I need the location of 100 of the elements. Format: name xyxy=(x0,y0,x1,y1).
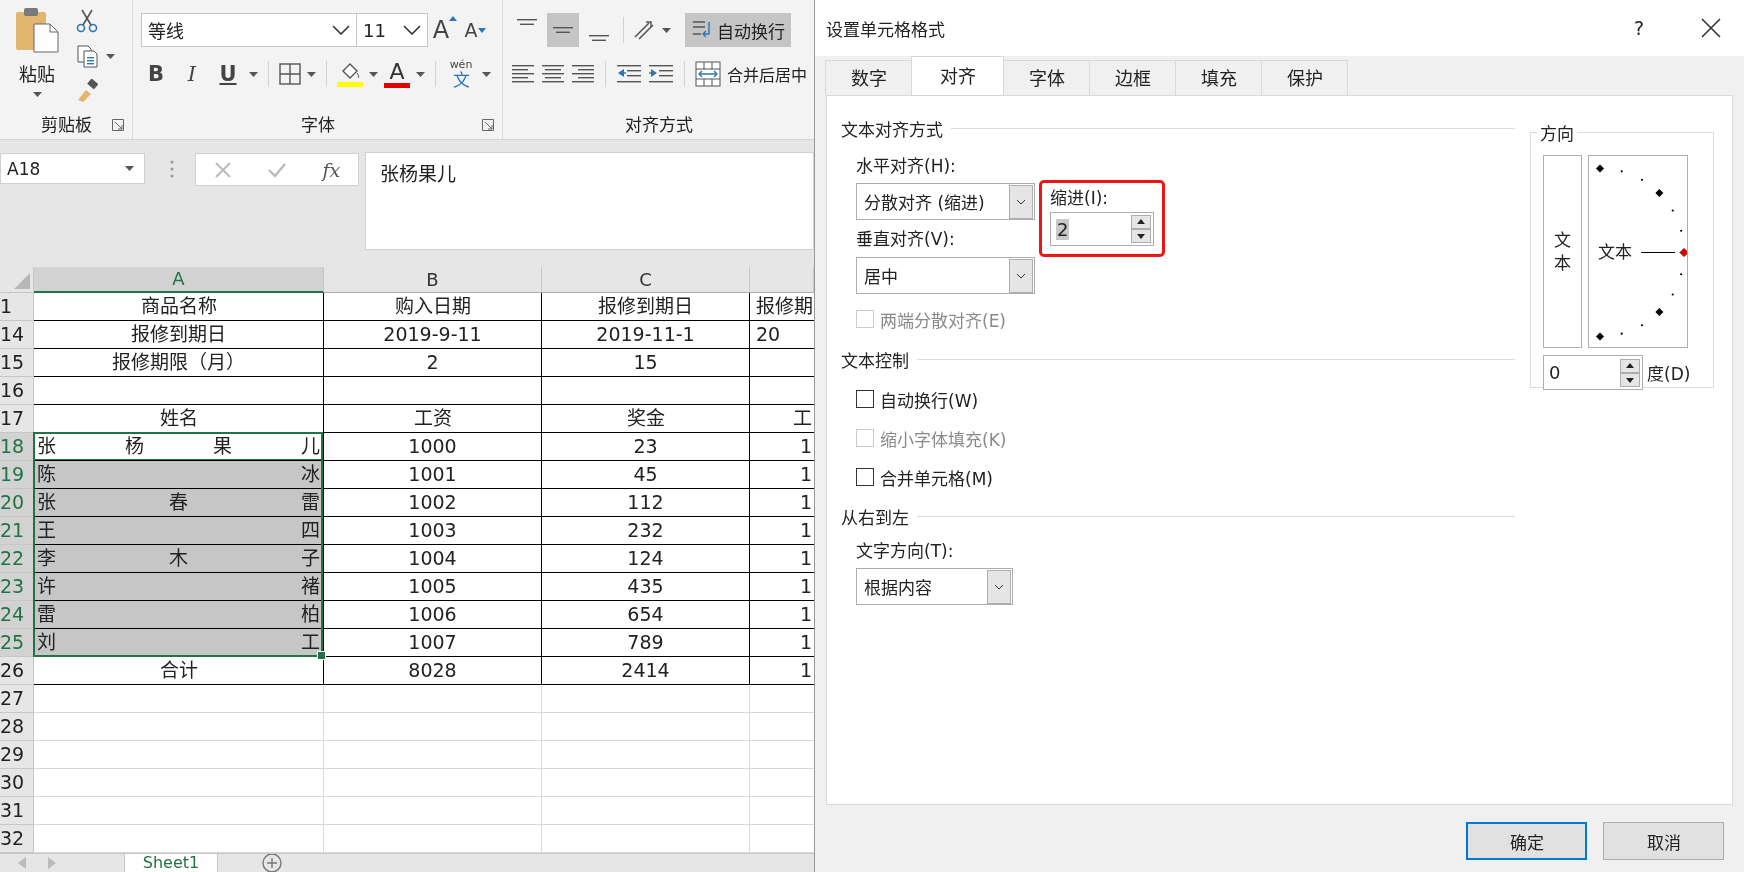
row-header[interactable]: 32 xyxy=(0,825,34,853)
dialog-button[interactable]: 取消 xyxy=(1603,822,1724,860)
row-header[interactable]: 20 xyxy=(0,489,34,517)
column-header[interactable]: C xyxy=(542,267,750,293)
row-header[interactable]: 16 xyxy=(0,377,34,405)
merge-center-button[interactable]: 合并后居中 xyxy=(695,61,807,87)
down-triangle-icon xyxy=(477,27,486,33)
table-cell: 789 xyxy=(542,629,750,657)
row-header[interactable]: 27 xyxy=(0,685,34,713)
wrap-text-button[interactable]: 自动换行 xyxy=(685,13,791,47)
row-header[interactable]: 17 xyxy=(0,405,34,433)
section-title: 文本控制 xyxy=(841,349,909,372)
caret-icon[interactable] xyxy=(249,71,258,77)
row-header[interactable]: 23 xyxy=(0,573,34,601)
dialog-button[interactable]: 确定 xyxy=(1466,822,1587,860)
dialog-launcher-icon[interactable] xyxy=(112,119,124,131)
row-header[interactable]: 21 xyxy=(0,517,34,545)
grow-font-button[interactable]: A xyxy=(432,16,458,44)
shrink-font-button[interactable]: A xyxy=(462,19,488,41)
checkbox[interactable] xyxy=(856,390,874,408)
row-header[interactable]: 14 xyxy=(0,321,34,349)
checkbox[interactable] xyxy=(856,468,874,486)
paste-button[interactable]: 粘贴 xyxy=(12,6,62,107)
row-header[interactable]: 18 xyxy=(0,433,34,461)
increase-indent-icon[interactable] xyxy=(648,63,674,85)
dropdown[interactable]: 根据内容 xyxy=(856,568,1013,605)
caret-icon[interactable] xyxy=(125,166,134,171)
dropdown[interactable]: 居中 xyxy=(856,257,1035,294)
caret-icon[interactable] xyxy=(482,71,491,77)
bold-button[interactable]: B xyxy=(141,62,171,86)
table-cell: 2019-11-1 xyxy=(542,321,750,349)
number-field[interactable]: 0 xyxy=(1543,355,1643,390)
font-size-combo[interactable]: 11 xyxy=(356,13,428,47)
add-sheet-icon[interactable] xyxy=(262,854,282,872)
spin-down-icon[interactable] xyxy=(1620,372,1640,387)
align-left-icon[interactable] xyxy=(511,63,535,85)
paint-bucket-icon[interactable] xyxy=(337,61,363,87)
vertical-text-option[interactable]: 文本 xyxy=(1543,155,1582,348)
caret-icon[interactable] xyxy=(416,71,425,77)
column-header[interactable]: B xyxy=(324,267,542,293)
section-title: 文本对齐方式 xyxy=(841,118,943,141)
chevron-icon[interactable] xyxy=(403,25,421,35)
help-button[interactable]: ? xyxy=(1633,17,1644,39)
row-header[interactable]: 28 xyxy=(0,713,34,741)
borders-icon[interactable] xyxy=(279,63,301,85)
row-header[interactable]: 1 xyxy=(0,293,34,321)
align-right-icon[interactable] xyxy=(571,63,595,85)
row-header[interactable]: 24 xyxy=(0,601,34,629)
dropdown[interactable]: 分散对齐 (缩进) xyxy=(856,183,1035,220)
row-header[interactable]: 31 xyxy=(0,797,34,825)
fill-handle[interactable] xyxy=(317,651,326,660)
spin-up-icon[interactable] xyxy=(1620,358,1640,373)
dialog-tab[interactable]: 数字 xyxy=(825,60,912,95)
font-color-button[interactable]: A xyxy=(384,60,410,88)
brush-icon[interactable] xyxy=(76,78,100,102)
phonetic-guide-button[interactable]: wén 文 xyxy=(446,59,476,89)
row-header[interactable]: 19 xyxy=(0,461,34,489)
formula-input[interactable]: 张杨果儿 xyxy=(365,152,814,250)
row-header[interactable]: 25 xyxy=(0,629,34,657)
caret-icon[interactable] xyxy=(106,53,115,59)
underline-button[interactable]: U xyxy=(213,62,243,86)
sheet-tab[interactable]: Sheet1 xyxy=(124,854,218,872)
row-header[interactable]: 29 xyxy=(0,741,34,769)
spin-up-icon[interactable] xyxy=(1131,215,1151,229)
orientation-dial[interactable]: 文本 xyxy=(1588,155,1688,348)
copy-icon[interactable] xyxy=(76,44,100,68)
chevron-icon[interactable] xyxy=(332,25,350,35)
name-box[interactable]: A18 xyxy=(0,153,145,184)
dialog-tab[interactable]: 对齐 xyxy=(911,56,1004,95)
group-label: 字体 xyxy=(300,113,335,136)
decrease-indent-icon[interactable] xyxy=(616,63,642,85)
table-cell: 商品名称 xyxy=(34,293,324,321)
caret-icon[interactable] xyxy=(662,27,671,33)
table-cell: 232 xyxy=(542,517,750,545)
column-header[interactable]: A xyxy=(34,267,324,293)
row-header[interactable]: 30 xyxy=(0,769,34,797)
middle-align-button[interactable] xyxy=(547,13,579,47)
italic-button[interactable]: I xyxy=(177,62,207,86)
up-triangle-icon xyxy=(449,16,458,21)
align-center-icon[interactable] xyxy=(541,63,565,85)
close-icon[interactable] xyxy=(1700,17,1722,39)
insert-function-button[interactable]: fx xyxy=(322,158,341,181)
dialog-launcher-icon[interactable] xyxy=(482,119,494,131)
caret-icon[interactable] xyxy=(307,71,316,77)
scissors-icon[interactable] xyxy=(76,8,98,34)
dialog-tab[interactable]: 保护 xyxy=(1261,60,1348,95)
spin-down-icon[interactable] xyxy=(1131,229,1151,243)
caret-icon[interactable] xyxy=(369,71,378,77)
table-cell: 张杨果儿 xyxy=(34,433,324,461)
field-label: 度(D) xyxy=(1647,363,1691,385)
field-label: 文字方向(T): xyxy=(856,540,955,562)
row-header[interactable]: 26 xyxy=(0,657,34,685)
row-header[interactable]: 15 xyxy=(0,349,34,377)
checkbox-label: 两端分散对齐(E) xyxy=(880,309,1006,332)
table-cell: 1007 xyxy=(324,629,542,657)
font-name-combo[interactable]: 等线 xyxy=(141,13,357,47)
field-label: 水平对齐(H): xyxy=(856,155,957,177)
field-label: 垂直对齐(V): xyxy=(856,228,956,250)
row-header[interactable]: 22 xyxy=(0,545,34,573)
number-field[interactable]: 2 xyxy=(1050,212,1154,246)
